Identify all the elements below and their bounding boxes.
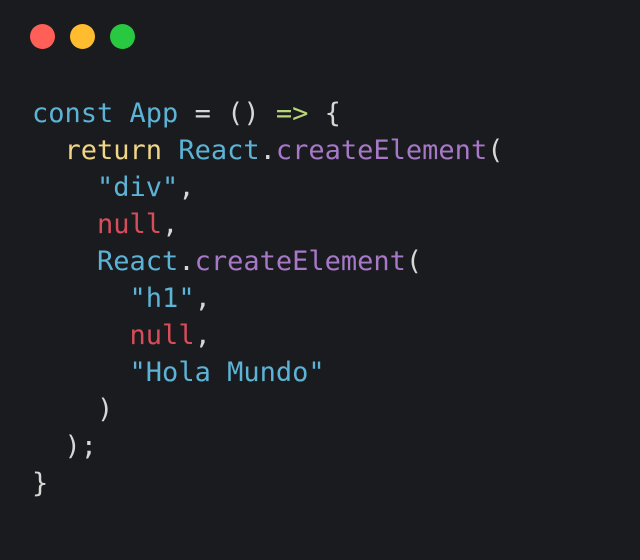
window-controls (30, 24, 135, 49)
code-token-null: null (129, 320, 195, 351)
code-window: const App = () => { return React.createE… (0, 0, 640, 560)
code-token-plain: ) (32, 394, 114, 425)
maximize-button[interactable] (110, 24, 135, 49)
code-token-plain: , (194, 283, 211, 314)
code-token-string: "div" (97, 172, 179, 203)
code-token-arrow: => (275, 98, 309, 129)
code-token-null: null (97, 209, 163, 240)
code-token-plain: ); (32, 431, 98, 462)
code-token-keyword: React (178, 135, 260, 166)
code-token-plain: } (32, 468, 49, 499)
code-token-plain: , (178, 172, 195, 203)
code-line: React.createElement( (32, 243, 503, 280)
code-line: "Hola Mundo" (32, 354, 503, 391)
code-token-plain: { (308, 98, 341, 129)
code-line: null, (32, 317, 503, 354)
code-token-plain: , (194, 320, 211, 351)
code-line: return React.createElement( (32, 132, 504, 169)
code-line: "div", (32, 169, 503, 206)
code-block: const App = () => { return React.createE… (32, 95, 503, 502)
code-token-method: createElement (194, 246, 406, 277)
minimize-button[interactable] (70, 24, 95, 49)
code-token-plain: . (178, 246, 195, 277)
code-line: "h1", (32, 280, 503, 317)
code-token-plain: , (162, 209, 179, 240)
code-token-plain: ( (405, 246, 423, 277)
code-line: ) (32, 391, 503, 428)
code-line: const App = () => { (32, 95, 503, 132)
code-token-plain: . (259, 135, 276, 166)
code-token-string: "Hola Mundo" (129, 357, 325, 388)
code-token-keyword: App (129, 98, 179, 129)
code-token-plain: ( (487, 135, 504, 166)
code-line: null, (32, 206, 503, 243)
code-token-string: "h1" (129, 283, 195, 314)
code-token-keyword: React (97, 246, 179, 277)
code-token-plain: = () (178, 98, 276, 129)
code-line: ); (32, 428, 503, 465)
close-button[interactable] (30, 24, 55, 49)
code-token-keyword: const (32, 98, 114, 129)
code-token-return: return (64, 135, 163, 166)
code-token-method: createElement (275, 135, 488, 166)
code-line: } (32, 465, 503, 502)
